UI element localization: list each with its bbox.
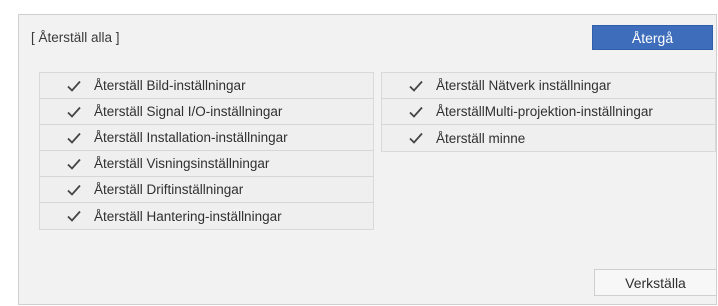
back-button[interactable]: Återgå [592,25,713,50]
list-item[interactable]: Återställ Installation-inställningar [40,125,373,151]
check-icon [66,78,82,94]
list-item-label: Återställ Nätverk inställningar [436,78,611,93]
list-item-label: Återställ Installation-inställningar [94,130,288,145]
check-icon [66,104,82,120]
check-icon [66,156,82,172]
list-item-label: Återställ Signal I/O-inställningar [94,104,283,119]
reset-list-left: Återställ Bild-inställningar Återställ S… [39,72,374,230]
check-icon [408,78,424,94]
list-item-label: Återställ Bild-inställningar [94,78,246,93]
list-item[interactable]: Återställ Hantering-inställningar [40,203,373,229]
apply-button[interactable]: Verkställa [594,269,717,296]
list-item-label: Återställ Driftinställningar [94,182,244,197]
check-icon [66,182,82,198]
list-item[interactable]: Återställ Bild-inställningar [40,73,373,99]
reset-list-right: Återställ Nätverk inställningar Återstäl… [381,72,716,152]
dialog-title: [ Återställ alla ] [31,30,120,45]
list-item[interactable]: Återställ Nätverk inställningar [382,73,715,99]
reset-all-dialog: [ Återställ alla ] Återgå Återställ Bild… [18,14,717,305]
list-item-label: Återställ Hantering-inställningar [94,208,282,224]
check-icon [66,130,82,146]
list-item[interactable]: Återställ Driftinställningar [40,177,373,203]
check-icon [408,104,424,120]
list-item-label: ÅterställMulti-projektion-inställningar [436,104,653,119]
check-icon [66,208,82,224]
list-item[interactable]: Återställ minne [382,125,715,151]
list-item-label: Återställ Visningsinställningar [94,156,270,171]
list-item[interactable]: Återställ Visningsinställningar [40,151,373,177]
list-item-label: Återställ minne [436,130,526,146]
check-icon [408,130,424,146]
list-item[interactable]: ÅterställMulti-projektion-inställningar [382,99,715,125]
list-item[interactable]: Återställ Signal I/O-inställningar [40,99,373,125]
